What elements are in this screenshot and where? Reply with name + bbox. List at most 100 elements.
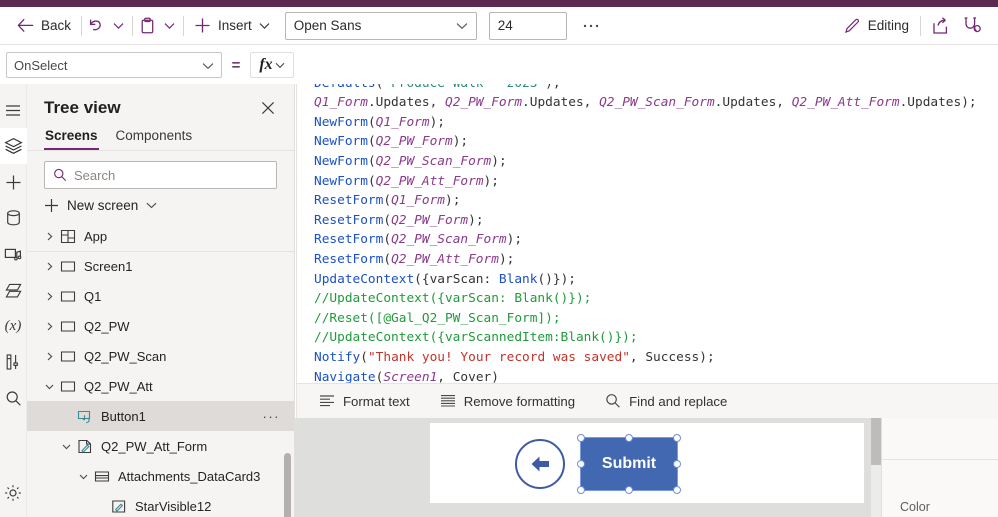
chevron-right-icon bbox=[47, 352, 52, 360]
rail-item-variables[interactable]: (x) bbox=[0, 308, 27, 344]
resize-handle-top-center[interactable] bbox=[625, 434, 633, 442]
resize-handle-top-right[interactable] bbox=[673, 434, 681, 442]
rail-item-menu[interactable] bbox=[0, 92, 27, 128]
new-screen-button[interactable]: New screen bbox=[27, 189, 294, 221]
fx-button[interactable]: fx bbox=[250, 52, 294, 78]
editing-mode-button[interactable]: Editing bbox=[836, 11, 917, 41]
tree-item-context-menu-button[interactable]: ··· bbox=[263, 409, 285, 424]
undo-button[interactable] bbox=[85, 12, 107, 40]
arrow-left-icon bbox=[17, 18, 34, 33]
rail-item-advanced-tools[interactable] bbox=[0, 344, 27, 380]
formula-code[interactable]: Patch('Produce Walk - 2023',Defaults('Pr… bbox=[297, 48, 998, 383]
resize-handle-bottom-left[interactable] bbox=[577, 486, 585, 494]
formula-token-str2: "Thank you! Your record was saved" bbox=[367, 349, 630, 365]
canvas-back-icon-control[interactable] bbox=[515, 439, 565, 489]
tree-item-button1[interactable]: Button1 ··· bbox=[27, 401, 294, 431]
tools-icon bbox=[6, 354, 18, 370]
undo-dropdown-button[interactable] bbox=[107, 12, 129, 40]
chevron-down-icon bbox=[202, 58, 214, 73]
app-checker-button[interactable] bbox=[956, 11, 988, 41]
close-tree-view-button[interactable] bbox=[258, 98, 278, 118]
property-select[interactable]: OnSelect bbox=[6, 52, 222, 78]
tree-scrollbar-track[interactable] bbox=[283, 453, 292, 517]
rail-item-power-automate[interactable] bbox=[0, 272, 27, 308]
properties-panel: Color bbox=[881, 418, 998, 517]
expand-collapse-chevron-down[interactable] bbox=[40, 377, 58, 395]
formula-token-id: Q2_PW_Att_Form bbox=[391, 251, 499, 267]
expand-collapse-chevron-right[interactable] bbox=[40, 258, 58, 276]
formula-token-id: Q1_Form bbox=[375, 114, 430, 130]
tree-item-q2-pw-scan[interactable]: Q2_PW_Scan bbox=[27, 341, 294, 371]
canvas-screen-surface[interactable]: Submit bbox=[430, 423, 864, 503]
insert-label: Insert bbox=[218, 18, 252, 33]
tab-screens[interactable]: Screens bbox=[44, 126, 99, 150]
divider bbox=[132, 15, 134, 36]
formula-token-plain: ()}); bbox=[537, 271, 576, 287]
resize-handle-middle-left[interactable] bbox=[577, 460, 585, 468]
app-checker-icon bbox=[964, 17, 981, 33]
formula-token-plain: ({varScan: bbox=[414, 271, 499, 287]
tree-item-screen1[interactable]: Screen1 bbox=[27, 251, 294, 281]
tab-components[interactable]: Components bbox=[115, 126, 194, 150]
formula-line: ResetForm(Q2_PW_Scan_Form); bbox=[314, 230, 998, 250]
formula-line: NewForm(Q2_PW_Att_Form); bbox=[314, 172, 998, 192]
tree-item-q2-pw[interactable]: Q2_PW bbox=[27, 311, 294, 341]
tree-search-placeholder: Search bbox=[74, 167, 116, 183]
tree-view-title: Tree view bbox=[44, 98, 121, 117]
format-text-label: Format text bbox=[343, 393, 410, 409]
tree-item-q2-pw-att[interactable]: Q2_PW_Att bbox=[27, 371, 294, 401]
format-text-button[interactable]: Format text bbox=[315, 391, 414, 412]
font-size-input[interactable]: 24 bbox=[488, 11, 567, 40]
more-commands-button[interactable] bbox=[577, 12, 605, 40]
paste-dropdown-button[interactable] bbox=[158, 12, 180, 40]
formula-line: //Reset([@Gal_Q2_PW_Scan_Form]); bbox=[314, 309, 998, 329]
resize-handle-bottom-right[interactable] bbox=[673, 486, 681, 494]
font-family-select[interactable]: Open Sans bbox=[284, 11, 477, 40]
tree-search-input[interactable]: Search bbox=[44, 161, 277, 189]
tree-item-q1[interactable]: Q1 bbox=[27, 281, 294, 311]
tree-item-q2-pw-att-form[interactable]: Q2_PW_Att_Form bbox=[27, 431, 294, 461]
expand-collapse-chevron-down[interactable] bbox=[74, 467, 92, 485]
expand-collapse-chevron-right[interactable] bbox=[40, 287, 58, 305]
tree-item-attachments-datacard3[interactable]: Attachments_DataCard3 bbox=[27, 461, 294, 491]
rail-item-insert[interactable] bbox=[0, 164, 27, 200]
formula-token-id: Q2_PW_Scan_Form bbox=[599, 95, 715, 111]
resize-handle-middle-right[interactable] bbox=[673, 460, 681, 468]
insert-button[interactable]: Insert bbox=[187, 11, 277, 41]
tree-item-app[interactable]: App bbox=[27, 221, 294, 251]
screen-icon bbox=[60, 261, 76, 272]
formula-token-fn: NewForm bbox=[314, 134, 368, 150]
insert-icon bbox=[6, 175, 20, 189]
rail-item-search[interactable] bbox=[0, 380, 27, 416]
rail-item-settings[interactable] bbox=[0, 475, 27, 511]
paste-button[interactable] bbox=[136, 12, 158, 40]
remove-formatting-button[interactable]: Remove formatting bbox=[436, 391, 579, 412]
chevron-right-icon bbox=[47, 232, 52, 240]
formula-token-id: Q1_Form bbox=[314, 95, 368, 111]
rail-item-data[interactable] bbox=[0, 200, 27, 236]
find-and-replace-button[interactable]: Find and replace bbox=[601, 390, 731, 412]
chevron-placeholder bbox=[57, 407, 75, 425]
canvas-scrollbar-thumb[interactable] bbox=[871, 418, 881, 465]
canvas-submit-button[interactable]: Submit bbox=[581, 438, 677, 490]
rail-item-media[interactable] bbox=[0, 236, 27, 272]
formula-token-fn: ResetForm bbox=[314, 212, 384, 228]
share-icon bbox=[932, 16, 947, 34]
tree-scrollbar-thumb[interactable] bbox=[284, 453, 291, 517]
share-button[interactable] bbox=[924, 11, 956, 41]
expand-collapse-chevron-right[interactable] bbox=[40, 347, 58, 365]
expand-collapse-chevron-right[interactable] bbox=[40, 227, 58, 245]
screen-icon bbox=[58, 377, 78, 395]
expand-collapse-chevron-right[interactable] bbox=[40, 317, 58, 335]
formula-token-plain: ( bbox=[383, 251, 392, 267]
formula-editor[interactable]: Patch('Produce Walk - 2023',Defaults('Pr… bbox=[296, 48, 998, 383]
resize-handle-top-left[interactable] bbox=[577, 434, 585, 442]
formula-scrollbar-track[interactable] bbox=[297, 50, 309, 383]
expand-collapse-chevron-down[interactable] bbox=[57, 437, 75, 455]
chevron-down-icon bbox=[146, 202, 157, 209]
resize-handle-bottom-center[interactable] bbox=[625, 486, 633, 494]
tree-item-starvisible12[interactable]: StarVisible12 bbox=[27, 491, 294, 517]
rail-item-tree-view[interactable] bbox=[0, 128, 27, 164]
back-button[interactable]: Back bbox=[10, 11, 78, 41]
formula-footer-toolbar: Format text Remove formatting Find and r… bbox=[296, 383, 998, 418]
